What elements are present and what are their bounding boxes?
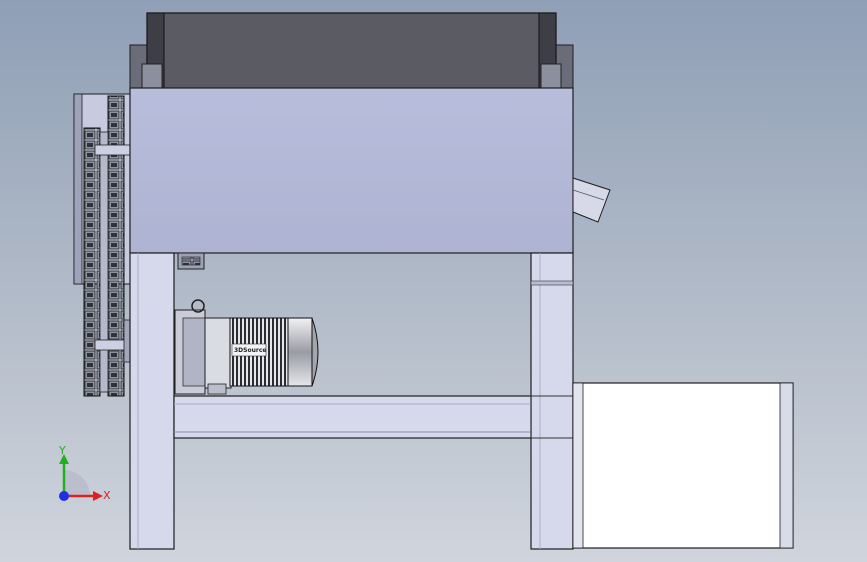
z-axis-icon xyxy=(59,491,69,501)
hopper xyxy=(129,12,574,94)
triad-x-label: X xyxy=(103,489,111,502)
crusher-body xyxy=(129,87,574,254)
bearing-block xyxy=(177,252,205,270)
coordinate-triad: Y X xyxy=(58,444,111,502)
support-frame xyxy=(129,252,574,550)
discharge-chute xyxy=(572,177,611,223)
triad-arc-icon xyxy=(64,470,90,496)
side-box xyxy=(572,382,794,549)
motor-brand-label: 3DSource xyxy=(234,347,266,354)
cad-viewport[interactable]: 3DSource Y X xyxy=(0,0,867,562)
model-drawing[interactable]: 3DSource Y X xyxy=(0,0,867,562)
gear-motor: 3DSource xyxy=(174,299,319,395)
triad-y-label: Y xyxy=(58,444,66,457)
